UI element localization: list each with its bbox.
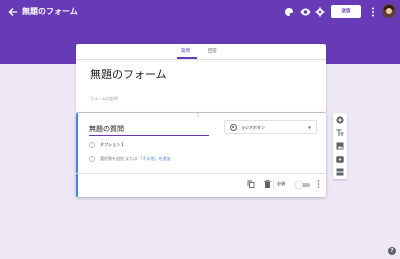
radio-button-icon bbox=[230, 124, 237, 131]
chevron-down-icon: ▼ bbox=[307, 125, 311, 130]
divider bbox=[76, 173, 326, 174]
more-vert-icon[interactable] bbox=[366, 5, 380, 19]
help-icon[interactable]: ? bbox=[388, 247, 396, 255]
section-icon[interactable] bbox=[335, 167, 345, 177]
trash-icon[interactable] bbox=[262, 179, 272, 189]
video-icon[interactable] bbox=[335, 154, 345, 164]
send-button[interactable]: 送信 bbox=[331, 5, 361, 18]
form-title[interactable]: 無題のフォーム bbox=[90, 68, 167, 82]
add-other-link[interactable]: 「その他」を追加 bbox=[139, 156, 171, 161]
palette-icon[interactable] bbox=[282, 5, 296, 19]
title-text-icon[interactable] bbox=[335, 128, 345, 138]
add-option-link[interactable]: 選択肢を追加 bbox=[100, 156, 124, 161]
radio-option-icon bbox=[89, 142, 95, 148]
add-question-icon[interactable] bbox=[335, 115, 345, 125]
form-description-field[interactable]: フォームの説明 bbox=[90, 96, 118, 102]
document-title[interactable]: 無題のフォーム bbox=[22, 5, 78, 19]
required-toggle-thumb[interactable] bbox=[295, 181, 303, 189]
side-toolbar bbox=[333, 113, 347, 179]
drag-handle-icon[interactable]: ⠿ bbox=[196, 114, 200, 119]
tab-responses[interactable]: 回答 bbox=[208, 48, 217, 56]
gear-icon[interactable] bbox=[313, 5, 327, 19]
form-header-card: 質問 回答 無題のフォーム フォームの説明 bbox=[76, 44, 326, 112]
radio-add-option-icon bbox=[89, 156, 95, 162]
duplicate-icon[interactable] bbox=[246, 179, 256, 189]
divider bbox=[76, 59, 326, 60]
option-1-input[interactable]: オプション 1 bbox=[100, 141, 124, 148]
question-type-select[interactable]: ラジオボタン ▼ bbox=[224, 120, 317, 134]
question-type-label: ラジオボタン bbox=[241, 125, 265, 130]
tab-questions[interactable]: 質問 bbox=[181, 48, 190, 56]
arrow-left-icon[interactable] bbox=[6, 4, 20, 20]
question-card[interactable]: ⠿ 無題の質問 ラジオボタン ▼ オプション 1 選択肢を追加 または 「その他… bbox=[76, 113, 326, 197]
required-label: 必須 bbox=[277, 181, 285, 186]
image-icon[interactable] bbox=[335, 141, 345, 151]
question-title-input[interactable]: 無題の質問 bbox=[89, 124, 124, 134]
divider bbox=[273, 180, 274, 189]
eye-icon[interactable] bbox=[298, 5, 312, 19]
more-vert-icon[interactable] bbox=[313, 179, 323, 189]
focus-accent-bar bbox=[76, 113, 78, 197]
avatar[interactable] bbox=[382, 4, 396, 18]
or-text: または bbox=[125, 156, 138, 161]
top-app-bar: 無題のフォーム 送信 bbox=[0, 0, 400, 24]
question-title-underline bbox=[89, 135, 209, 136]
add-option-row: 選択肢を追加 または 「その他」を追加 bbox=[100, 155, 171, 162]
